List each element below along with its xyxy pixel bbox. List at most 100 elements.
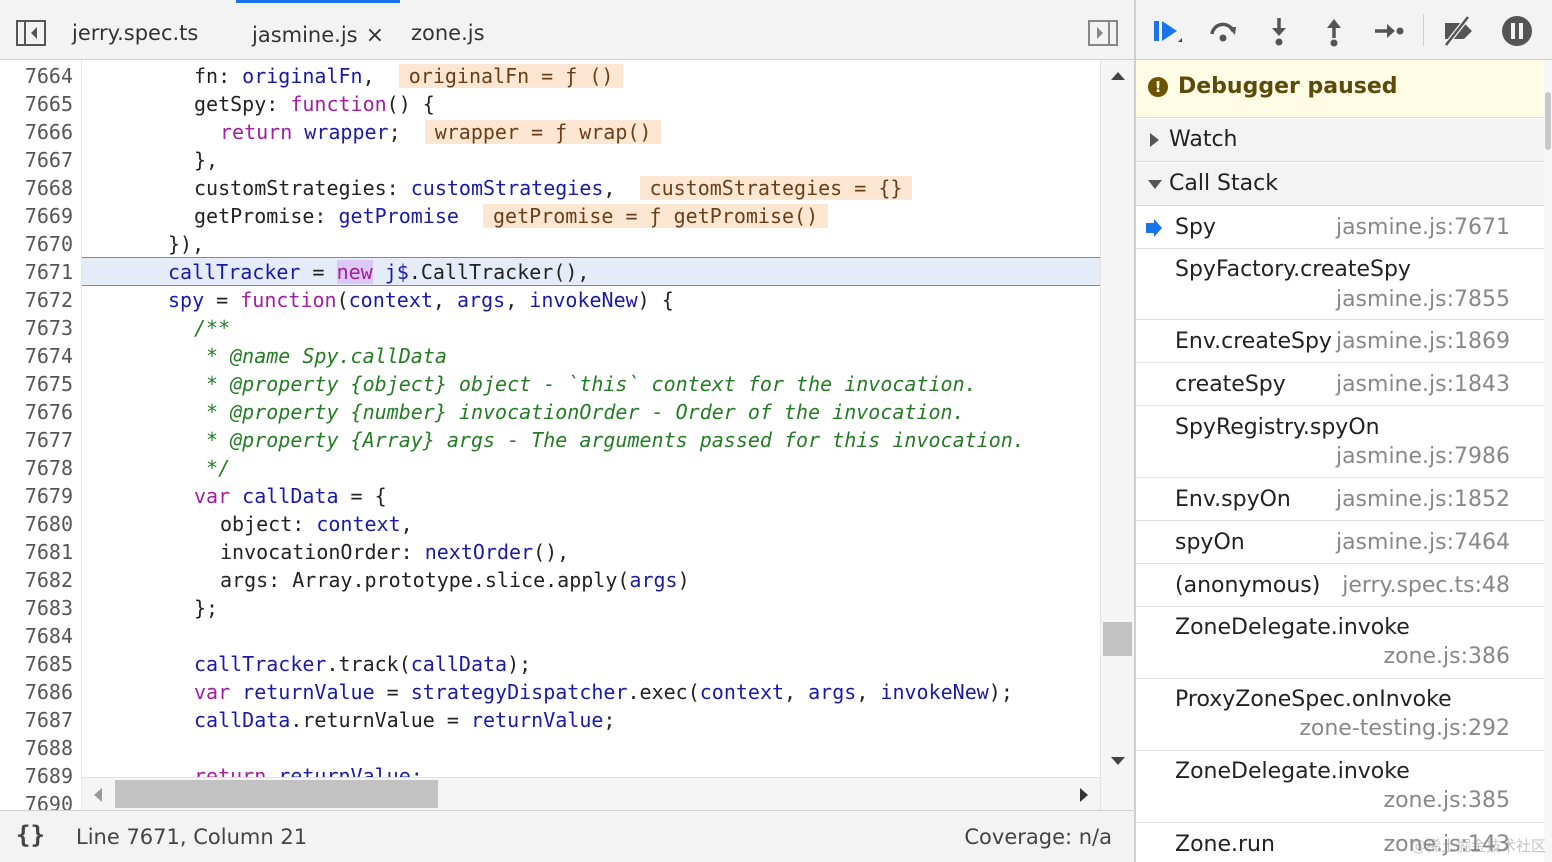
toolbar-separator (1423, 14, 1424, 46)
pretty-print-button[interactable]: {} (16, 821, 45, 849)
line-number[interactable]: 7684 (25, 622, 73, 650)
line-number[interactable]: 7674 (25, 342, 73, 370)
line-number[interactable]: 7678 (25, 454, 73, 482)
line-number[interactable]: 7672 (25, 286, 73, 314)
step-into-icon[interactable] (1262, 14, 1296, 48)
frame-location[interactable]: jasmine.js:1852 (1336, 487, 1510, 512)
line-number[interactable]: 7679 (25, 482, 73, 510)
line-number[interactable]: 7681 (25, 538, 73, 566)
watch-title: Watch (1169, 127, 1238, 152)
call-frame[interactable]: SpyRegistry.spyOn jasmine.js:7986 (1136, 406, 1544, 478)
step-over-icon[interactable] (1206, 14, 1240, 48)
frame-function: spyOn (1175, 530, 1245, 555)
debugger-paused-banner: ! Debugger paused (1136, 60, 1544, 118)
line-number[interactable]: 7667 (25, 146, 73, 174)
line-number[interactable]: 7687 (25, 706, 73, 734)
deactivate-breakpoints-icon[interactable] (1442, 14, 1476, 48)
sidebar-scroll-thumb[interactable] (1545, 92, 1551, 150)
call-frame[interactable]: Env.spyOn jasmine.js:1852 (1136, 478, 1544, 521)
paused-message: Debugger paused (1178, 74, 1398, 99)
pause-on-exceptions-icon[interactable] (1500, 14, 1534, 48)
tab-jerry-spec[interactable]: jerry.spec.ts (72, 0, 198, 59)
code-line-7672: spy = function(context, args, invokeNew)… (168, 288, 674, 312)
step-icon[interactable] (1372, 14, 1406, 48)
code-line-7687: callData.returnValue = returnValue; (194, 708, 616, 732)
call-frame-current[interactable]: Spy jasmine.js:7671 (1136, 207, 1544, 249)
inline-value: originalFn = ƒ () (398, 64, 624, 88)
code-editor[interactable]: 7664 7665 7666 7667 7668 7669 7670 7671 … (0, 60, 1100, 810)
code-line-7666: return wrapper; wrapper = ƒ wrap() (220, 118, 662, 146)
vertical-scroll-thumb[interactable] (1103, 622, 1132, 656)
line-number[interactable]: 7686 (25, 678, 73, 706)
call-frame[interactable]: ZoneDelegate.invoke zone.js:385 (1136, 751, 1544, 823)
line-number[interactable]: 7665 (25, 90, 73, 118)
frame-location[interactable]: zone.js:386 (1384, 644, 1510, 669)
watermark: @稀土掘金技术社区 (1410, 837, 1546, 855)
call-frame[interactable]: Env.createSpy jasmine.js:1869 (1136, 320, 1544, 363)
code-line-7686: var returnValue = strategyDispatcher.exe… (194, 680, 1013, 704)
line-number[interactable]: 7668 (25, 174, 73, 202)
frame-location[interactable]: zone-testing.js:292 (1299, 716, 1510, 741)
scroll-down-icon[interactable] (1111, 757, 1125, 765)
tab-jasmine[interactable]: jasmine.js × (236, 0, 401, 59)
frame-location[interactable]: jasmine.js:7855 (1336, 287, 1510, 312)
sidebar-scrollbar[interactable] (1544, 60, 1552, 862)
call-frame[interactable]: spyOn jasmine.js:7464 (1136, 521, 1544, 564)
horizontal-scroll-thumb[interactable] (115, 780, 438, 808)
call-stack-section-header[interactable]: Call Stack (1136, 163, 1544, 206)
expand-arrow-icon[interactable] (1150, 133, 1159, 147)
tab-zone[interactable]: zone.js (411, 0, 485, 59)
vertical-scrollbar[interactable] (1100, 60, 1134, 810)
line-number[interactable]: 7670 (25, 230, 73, 258)
line-number[interactable]: 7683 (25, 594, 73, 622)
resume-icon[interactable] (1150, 14, 1184, 48)
line-number[interactable]: 7666 (25, 118, 73, 146)
collapse-arrow-icon[interactable] (1148, 180, 1162, 189)
watch-section-header[interactable]: Watch (1136, 119, 1544, 162)
frame-function: Spy (1175, 215, 1216, 240)
frame-location[interactable]: jasmine.js:7986 (1336, 444, 1510, 469)
line-gutter[interactable]: 7664 7665 7666 7667 7668 7669 7670 7671 … (0, 60, 82, 810)
frame-location[interactable]: jasmine.js:1869 (1336, 329, 1510, 354)
line-number[interactable]: 7682 (25, 566, 73, 594)
call-frame[interactable]: SpyFactory.createSpy jasmine.js:7855 (1136, 249, 1544, 320)
call-frame[interactable]: ProxyZoneSpec.onInvoke zone-testing.js:2… (1136, 679, 1544, 751)
line-number[interactable]: 7669 (25, 202, 73, 230)
navigator-toggle-icon[interactable] (16, 20, 46, 46)
call-frame[interactable]: ZoneDelegate.invoke zone.js:386 (1136, 607, 1544, 679)
frame-location[interactable]: jasmine.js:7671 (1336, 215, 1510, 240)
line-number[interactable]: 7664 (25, 62, 73, 90)
line-number[interactable]: 7673 (25, 314, 73, 342)
call-frame[interactable]: (anonymous) jerry.spec.ts:48 (1136, 564, 1544, 607)
frame-function: SpyRegistry.spyOn (1175, 415, 1380, 440)
frame-location[interactable]: zone.js:385 (1384, 788, 1510, 813)
horizontal-scrollbar[interactable] (82, 777, 1100, 810)
close-icon[interactable]: × (366, 4, 384, 68)
debugger-toggle-icon[interactable] (1088, 20, 1118, 46)
scroll-left-icon[interactable] (94, 788, 102, 802)
call-frame[interactable]: createSpy jasmine.js:1843 (1136, 363, 1544, 406)
line-number[interactable]: 7688 (25, 734, 73, 762)
scroll-right-icon[interactable] (1080, 788, 1088, 802)
step-out-icon[interactable] (1317, 14, 1351, 48)
frame-location[interactable]: jasmine.js:7464 (1336, 530, 1510, 555)
frame-location[interactable]: jerry.spec.ts:48 (1342, 573, 1510, 598)
execution-token: new (336, 260, 373, 284)
line-number[interactable]: 7671 (25, 258, 73, 286)
code-line-7670: }), (168, 232, 205, 256)
line-number[interactable]: 7676 (25, 398, 73, 426)
scroll-up-icon[interactable] (1111, 72, 1125, 80)
current-frame-arrow-icon (1146, 219, 1162, 237)
line-number[interactable]: 7690 (25, 790, 73, 810)
line-number[interactable]: 7675 (25, 370, 73, 398)
status-bar: {} Line 7671, Column 21 Coverage: n/a (0, 810, 1134, 862)
frame-function: ProxyZoneSpec.onInvoke (1175, 687, 1452, 712)
frame-location[interactable]: jasmine.js:1843 (1336, 372, 1510, 397)
code-line-7675: * @property {object} object - `this` con… (194, 372, 977, 396)
line-number[interactable]: 7685 (25, 650, 73, 678)
line-number[interactable]: 7689 (25, 762, 73, 790)
line-number[interactable]: 7680 (25, 510, 73, 538)
line-number[interactable]: 7677 (25, 426, 73, 454)
tab-label: jerry.spec.ts (72, 21, 199, 45)
code-line-7669: getPromise: getPromise getPromise = ƒ ge… (194, 202, 829, 230)
